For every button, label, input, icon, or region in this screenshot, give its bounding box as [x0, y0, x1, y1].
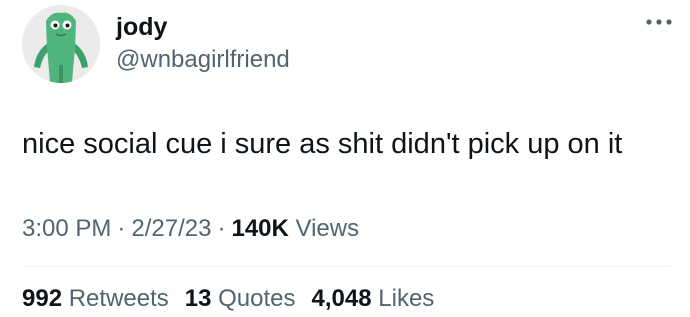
- tweet-meta: 3:00 PM · 2/27/23 · 140K Views: [22, 212, 359, 246]
- engagement-stats: 992 Retweets 13 Quotes 4,048 Likes: [22, 283, 450, 315]
- tweet-date[interactable]: 2/27/23: [131, 215, 211, 242]
- quotes-count: 13: [184, 285, 212, 312]
- likes-label: Likes: [378, 285, 435, 312]
- divider: [22, 266, 670, 267]
- green-clay-figure-avatar-icon: [22, 5, 100, 83]
- retweets-count: 992: [22, 285, 63, 312]
- retweets-stat[interactable]: 992 Retweets: [22, 285, 169, 312]
- author-handle[interactable]: @wnbagirlfriend: [116, 45, 290, 75]
- tweet-card: jody @wnbagirlfriend nice social cue i s…: [0, 0, 690, 317]
- author-name[interactable]: jody: [116, 12, 167, 42]
- quotes-stat[interactable]: 13 Quotes: [185, 285, 296, 312]
- tweet-time[interactable]: 3:00 PM: [22, 215, 111, 242]
- views-label: Views: [295, 215, 360, 242]
- likes-stat[interactable]: 4,048 Likes: [312, 285, 435, 312]
- meta-separator: ·: [217, 215, 226, 242]
- quotes-label: Quotes: [218, 285, 296, 312]
- tweet-text: nice social cue i sure as shit didn't pi…: [22, 128, 623, 160]
- likes-count: 4,048: [311, 285, 372, 312]
- views-count: 140K: [231, 215, 289, 242]
- meta-separator: ·: [117, 215, 126, 242]
- avatar[interactable]: [22, 5, 100, 83]
- retweets-label: Retweets: [68, 285, 169, 312]
- more-options-icon[interactable]: [642, 12, 676, 32]
